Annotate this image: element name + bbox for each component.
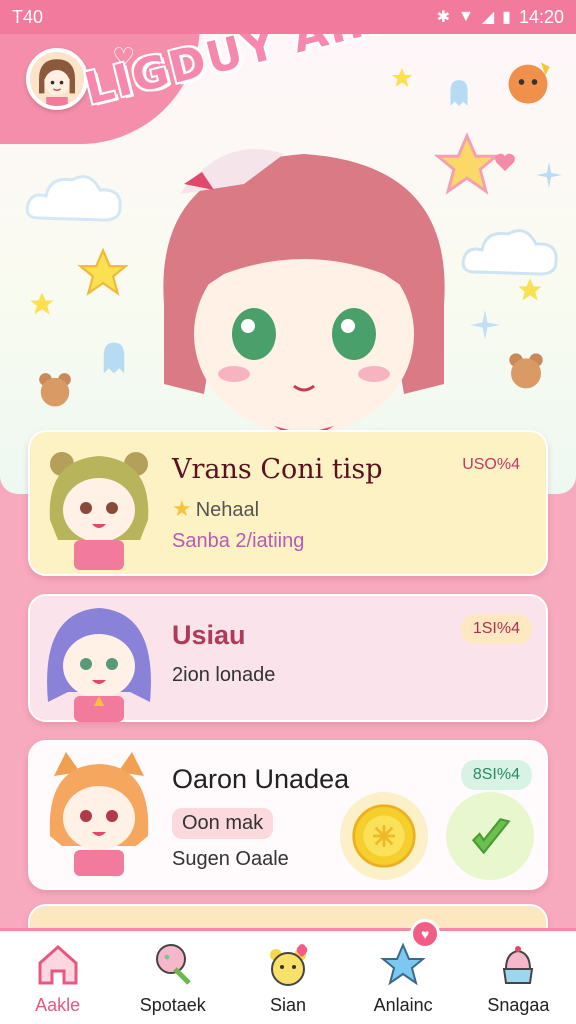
cloud-icon: [461, 229, 558, 276]
mascot-girl-illustration: [144, 124, 464, 465]
list-card[interactable]: Vrans Coni tisp USO%4 ★ Nehaal Sanba 2/ia…: [28, 430, 548, 576]
star-icon: [77, 247, 129, 296]
home-icon: [38, 944, 78, 985]
bluetooth-icon: ✱: [436, 9, 450, 26]
nav-item-sian[interactable]: Sian: [233, 931, 343, 1024]
wifi-icon: ▼: [457, 8, 474, 25]
card-badge: 1SI%4: [460, 614, 532, 644]
star-icon: ★: [172, 496, 192, 521]
card-avatar-purple-girl: [40, 592, 158, 722]
card-avatar-bear-girl: [40, 440, 158, 570]
bear-icon: [269, 944, 308, 986]
card-line-1: 2ion lonade: [172, 664, 276, 686]
card-line-2: Sanba 2/iatiing: [172, 530, 305, 552]
card-line-1: Nehaal: [195, 499, 260, 521]
card-subtitle: ★ Nehaal: [172, 496, 259, 522]
card-tag-pill: Oon mak: [172, 808, 274, 839]
star-icon: [518, 278, 542, 301]
list-card[interactable]: Oaron Unadea 8SI%4 Oon mak Sugen Oaale: [28, 740, 548, 890]
cake-icon: [503, 946, 534, 984]
status-icons: ✱ ▼ ◢ ▮ 14:20: [437, 7, 564, 28]
hero-banner: ♡ LIGDUY AIRIUI: [0, 34, 576, 494]
ghost-icon: [103, 342, 125, 374]
avatar-girl-icon: [30, 52, 84, 106]
card-badge: USO%4: [462, 456, 520, 473]
cloud-icon: [25, 175, 122, 222]
user-avatar[interactable]: [26, 48, 88, 110]
star-icon: [392, 68, 412, 87]
signal-icon: ◢: [481, 9, 495, 26]
nav-label: Aakle: [35, 995, 81, 1015]
nav-label: Sian: [269, 995, 306, 1015]
card-title: Vrans Coni tisp: [172, 454, 383, 485]
notification-badge: ♥: [410, 919, 441, 949]
status-time-right: 14:20: [518, 6, 564, 27]
card-title: Oaron Unadea: [172, 764, 350, 794]
bear-icon: [39, 373, 71, 407]
coin-button[interactable]: [340, 792, 428, 880]
nav-item-snagaa[interactable]: Snagaa: [463, 931, 573, 1024]
star-icon: [30, 292, 54, 315]
sparkle-icon: [470, 310, 500, 340]
card-avatar-fox-girl: [40, 746, 158, 876]
bear-icon: [509, 353, 543, 389]
nav-label: Snagaa: [487, 995, 550, 1015]
nav-item-spotaek[interactable]: Spotaek: [118, 931, 228, 1024]
nav-item-anlainc[interactable]: ♥ Anlainc: [348, 919, 458, 1024]
confirm-button[interactable]: [446, 792, 534, 880]
check-arrow-icon: [471, 818, 511, 855]
ice-cream-icon: [155, 944, 191, 985]
card-badge: 8SI%4: [460, 760, 532, 790]
card-line-1: Sugen Oaale: [172, 848, 289, 870]
status-bar: T40 ✱ ▼ ◢ ▮ 14:20: [0, 0, 576, 34]
fox-mascot-icon[interactable]: [502, 56, 554, 108]
list-card[interactable]: Usiau 1SI%4 2ion lonade: [28, 594, 548, 722]
sparkle-icon: [536, 162, 562, 188]
bottom-navigation: Aakle Spotaek Sian ♥ Anlainc Snagaa: [0, 919, 576, 1024]
heart-icon: [495, 153, 515, 172]
battery-icon: ▮: [502, 9, 511, 26]
nav-label: Spotaek: [139, 995, 206, 1015]
ghost-icon: [450, 80, 468, 106]
coin-icon: [352, 804, 416, 868]
nav-item-home[interactable]: Aakle: [3, 931, 113, 1024]
nav-label: Anlainc: [373, 995, 433, 1015]
card-title: Usiau: [172, 620, 246, 650]
status-time-left: T40: [12, 6, 44, 27]
